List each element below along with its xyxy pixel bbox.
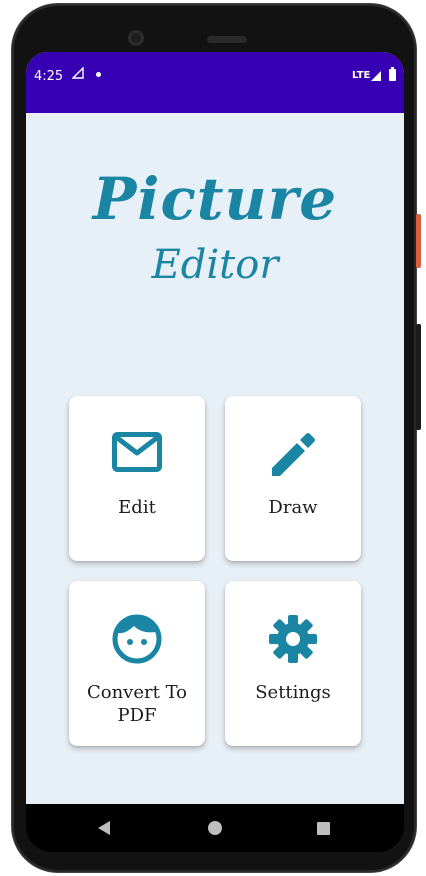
signal-icon <box>370 70 382 86</box>
back-icon[interactable] <box>98 821 110 835</box>
settings-label: Settings <box>255 682 331 703</box>
recents-icon[interactable] <box>317 822 330 835</box>
volume-button <box>416 324 421 430</box>
front-camera <box>128 30 144 46</box>
navigation-bar <box>26 804 404 852</box>
draw-label: Draw <box>268 497 318 518</box>
app-screen: 4:25 LTE Picture Editor Edit Draw Conver… <box>26 52 404 804</box>
battery-icon <box>389 67 396 81</box>
mail-icon <box>69 432 205 480</box>
status-bar: 4:25 LTE <box>26 52 404 113</box>
notification-dot-icon <box>96 72 101 77</box>
pencil-icon <box>225 432 361 480</box>
convert-to-pdf-label: Convert To PDF <box>86 682 188 726</box>
convert-to-pdf-button[interactable]: Convert To PDF <box>69 581 205 746</box>
home-icon[interactable] <box>208 821 222 835</box>
app-subtitle: Editor <box>151 242 279 288</box>
app-title: Picture <box>92 165 338 233</box>
network-type: LTE <box>352 70 371 81</box>
edit-label: Edit <box>118 497 156 518</box>
earpiece-speaker <box>207 36 247 43</box>
gear-icon <box>225 614 361 663</box>
status-time: 4:25 <box>34 69 64 84</box>
power-button <box>416 214 421 268</box>
face-icon <box>69 614 205 664</box>
edit-button[interactable]: Edit <box>69 396 205 561</box>
no-sim-icon <box>71 66 84 82</box>
settings-button[interactable]: Settings <box>225 581 361 746</box>
draw-button[interactable]: Draw <box>225 396 361 561</box>
